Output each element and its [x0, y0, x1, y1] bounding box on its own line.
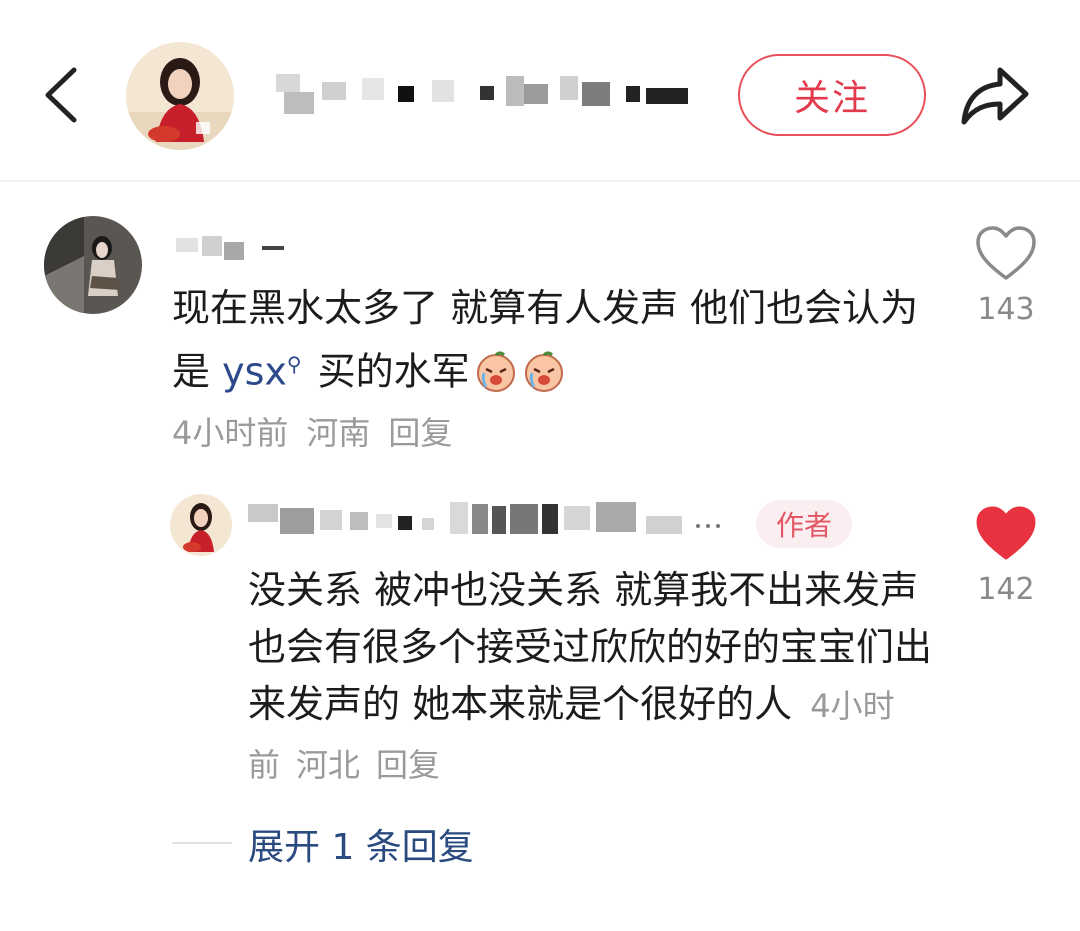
- heart-outline-icon: [976, 226, 1036, 280]
- commenter-name-redacted: [172, 228, 292, 262]
- like-button[interactable]: [974, 224, 1038, 284]
- heart-filled-icon: [976, 506, 1036, 560]
- comment-time: 4小时前: [172, 414, 289, 452]
- reply-button[interactable]: 回复: [388, 414, 452, 452]
- reply-text: 没关系 被冲也没关系 就算我不出来发声也会有很多个接受过欣欣的好的宝宝们出来发声…: [248, 568, 933, 784]
- comment-meta: 4小时前 河南 回复: [172, 408, 470, 454]
- like-count: 142: [977, 572, 1035, 607]
- author-name-redacted: [270, 62, 700, 122]
- author-badge: 作者: [756, 500, 852, 548]
- reply-location: 河北: [296, 746, 361, 784]
- share-button[interactable]: [956, 60, 1032, 130]
- search-icon[interactable]: ⚲: [287, 352, 302, 376]
- reply-author-avatar[interactable]: [170, 494, 232, 556]
- like-count: 143: [977, 292, 1035, 327]
- commenter-avatar[interactable]: [44, 216, 142, 314]
- chevron-left-icon: [45, 67, 77, 123]
- author-avatar[interactable]: [126, 42, 234, 150]
- follow-button[interactable]: 关注: [738, 54, 926, 136]
- expand-divider: [172, 842, 232, 844]
- expand-replies-button[interactable]: 展开 1 条回复: [248, 818, 474, 870]
- crying-face-emoji: [474, 349, 518, 393]
- share-icon: [961, 67, 1029, 125]
- comment-location: 河南: [306, 414, 371, 452]
- mention-link[interactable]: ysx: [222, 350, 287, 394]
- comment-text: 现在黑水太多了 就算有人发声 他们也会认为是 ysx⚲ 买的水军: [172, 286, 919, 394]
- reply-author-name-redacted: [246, 494, 736, 544]
- crying-face-emoji: [522, 349, 566, 393]
- back-button[interactable]: [28, 58, 98, 132]
- like-button[interactable]: [974, 504, 1038, 564]
- reply-button[interactable]: 回复: [376, 746, 440, 784]
